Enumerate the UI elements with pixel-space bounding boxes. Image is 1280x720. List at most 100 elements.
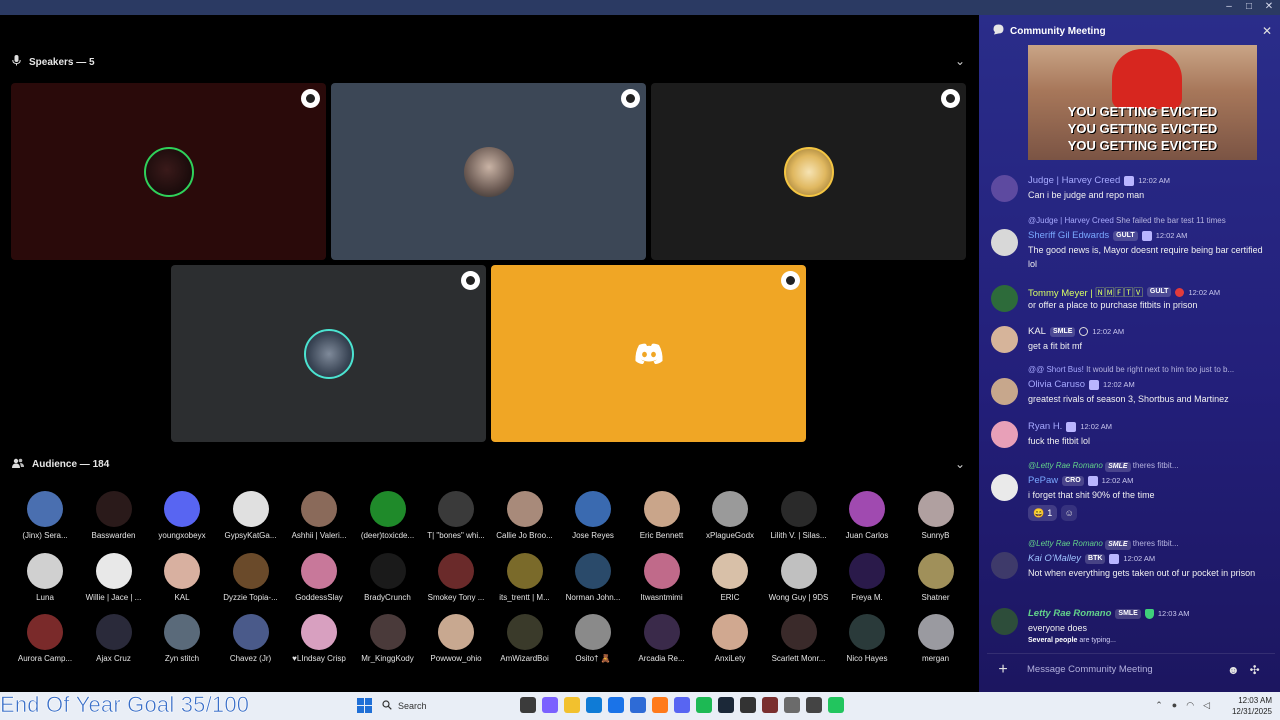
app-icon[interactable] [828, 697, 844, 713]
audience-member[interactable]: youngxobeyx [147, 491, 217, 540]
reaction-chip[interactable]: 😄 1 [1028, 505, 1058, 521]
author-name[interactable]: Kai O'Malley [1028, 553, 1081, 564]
author-name[interactable]: PePaw [1028, 475, 1058, 486]
task-view-icon[interactable] [520, 697, 536, 713]
audience-member[interactable]: Wong Guy | 9DS [764, 552, 834, 602]
audience-member[interactable]: Jose Reyes [558, 491, 628, 540]
tile-settings-icon[interactable] [781, 271, 800, 290]
taskbar-search[interactable]: Search [382, 696, 512, 716]
audience-member[interactable]: Nico Hayes [832, 614, 902, 663]
emoji-picker-icon[interactable]: ☻ [1227, 663, 1240, 677]
audience-member[interactable]: Eric Bennett [627, 491, 697, 540]
reply-preview[interactable]: @Letty Rae Romano SMLE theres fitbit... [1028, 461, 1273, 472]
audience-member[interactable]: Norman John... [558, 552, 628, 602]
reply-preview[interactable]: @Letty Rae Romano SMLE theres fitbit... [1028, 539, 1273, 550]
audience-member[interactable]: Basswarden [79, 491, 149, 540]
audience-member[interactable]: Arcadia Re... [627, 614, 697, 663]
audience-member[interactable]: GoddessSlay [284, 552, 354, 602]
audience-member[interactable]: AmWizardBoi [490, 614, 560, 663]
author-name[interactable]: Judge | Harvey Creed [1028, 175, 1120, 186]
audience-member[interactable]: T| "bones" whi... [421, 491, 491, 540]
audience-member[interactable]: AnxiLety [695, 614, 765, 663]
microphone-tray-icon[interactable]: ● [1172, 700, 1177, 711]
edge-icon[interactable] [586, 697, 602, 713]
audience-member[interactable]: Shatner [901, 552, 971, 602]
discord-icon[interactable] [674, 697, 690, 713]
audience-member[interactable]: Ashhii | Valeri... [284, 491, 354, 540]
audience-member[interactable]: Lilith V. | Silas... [764, 491, 834, 540]
audience-member[interactable]: Willie | Jace | ... [79, 552, 149, 602]
audience-member[interactable]: ERIC [695, 552, 765, 602]
reply-preview[interactable]: @Judge | Harvey Creed She failed the bar… [1028, 216, 1273, 225]
audience-member[interactable]: xPlagueGodx [695, 491, 765, 540]
author-name[interactable]: Olivia Caruso [1028, 379, 1085, 390]
speaker-tile[interactable] [491, 265, 806, 442]
app-icon[interactable] [784, 697, 800, 713]
add-attachment-icon[interactable]: + [993, 661, 1013, 679]
app-icon[interactable] [762, 697, 778, 713]
audience-member[interactable]: Aurora Camp... [10, 614, 80, 663]
audience-member[interactable]: Scarlett Monr... [764, 614, 834, 663]
speaker-tile[interactable] [651, 83, 966, 260]
author-name[interactable]: Ryan H. [1028, 421, 1062, 432]
file-explorer-icon[interactable] [564, 697, 580, 713]
audience-member[interactable]: SunnyB [901, 491, 971, 540]
speaker-tile[interactable] [171, 265, 486, 442]
audience-member[interactable]: BradyCrunch [353, 552, 423, 602]
author-name[interactable]: Tommy Meyer | 🄽🄼🄵🅃🅅 [1028, 285, 1143, 299]
minimize-button[interactable]: – [1224, 1, 1234, 12]
audience-member[interactable]: its_trentt | M... [490, 552, 560, 602]
copilot-icon[interactable] [542, 697, 558, 713]
mail-icon[interactable] [630, 697, 646, 713]
tile-settings-icon[interactable] [461, 271, 480, 290]
tile-settings-icon[interactable] [621, 89, 640, 108]
audience-member[interactable]: Chavez (Jr) [216, 614, 286, 663]
settings-icon[interactable] [806, 697, 822, 713]
add-reaction-icon[interactable]: ☺ [1061, 505, 1078, 521]
message-input[interactable] [1027, 664, 1217, 675]
audience-member[interactable]: Mr_KinggKody [353, 614, 423, 663]
windows-start-icon[interactable] [357, 698, 372, 713]
speaker-tile[interactable] [331, 83, 646, 260]
volume-icon[interactable]: ◁ [1203, 700, 1210, 711]
network-icon[interactable]: ◠ [1186, 700, 1194, 711]
evicted-gif[interactable]: YOU GETTING EVICTED YOU GETTING EVICTED … [1028, 45, 1257, 160]
store-icon[interactable] [608, 697, 624, 713]
audience-member[interactable]: Dyzzie Topia-... [216, 552, 286, 602]
audience-member[interactable]: Itwasntmimi [627, 552, 697, 602]
spotify-icon[interactable] [696, 697, 712, 713]
steam-icon[interactable] [718, 697, 734, 713]
audience-member[interactable]: Juan Carlos [832, 491, 902, 540]
audience-member[interactable]: ♥LIndsay Crisp [284, 614, 354, 663]
audience-member[interactable]: Callie Jo Broo... [490, 491, 560, 540]
audience-member[interactable]: (deer)toxicde... [353, 491, 423, 540]
firefox-icon[interactable] [652, 697, 668, 713]
terminal-icon[interactable] [740, 697, 756, 713]
reply-preview[interactable]: @@ Short Bus! It would be right next to … [1028, 365, 1273, 374]
audience-member[interactable]: GypsyKatGa... [216, 491, 286, 540]
audience-member[interactable]: KAL [147, 552, 217, 602]
tile-settings-icon[interactable] [941, 89, 960, 108]
audience-member[interactable]: Osito† 🧸 [558, 614, 628, 663]
audience-member[interactable]: (Jinx) Sera... [10, 491, 80, 540]
audience-member[interactable]: Freya M. [832, 552, 902, 602]
audience-member[interactable]: Luna [10, 552, 80, 602]
apps-icon[interactable]: ✣ [1250, 663, 1260, 677]
tile-settings-icon[interactable] [301, 89, 320, 108]
speakers-collapse-chevron-icon[interactable]: ⌄ [955, 54, 965, 68]
speaker-tile[interactable] [11, 83, 326, 260]
audience-collapse-chevron-icon[interactable]: ⌄ [955, 457, 965, 471]
audience-member[interactable]: Zyn stitch [147, 614, 217, 663]
audience-member[interactable]: Ajax Cruz [79, 614, 149, 663]
close-chat-icon[interactable]: ✕ [1262, 24, 1272, 38]
author-name[interactable]: Letty Rae Romano [1028, 608, 1111, 619]
maximize-button[interactable]: □ [1244, 1, 1254, 12]
taskbar-clock[interactable]: 12:03 AM 12/31/2025 [1232, 695, 1272, 717]
author-name[interactable]: Sheriff Gil Edwards [1028, 230, 1109, 241]
close-window-button[interactable]: ✕ [1264, 1, 1274, 12]
audience-member[interactable]: Powwow_ohio [421, 614, 491, 663]
author-name[interactable]: KAL [1028, 326, 1046, 337]
audience-member[interactable]: Smokey Tony ... [421, 552, 491, 602]
audience-member[interactable]: mergan [901, 614, 971, 663]
chevron-up-icon[interactable]: ⌃ [1155, 700, 1163, 711]
